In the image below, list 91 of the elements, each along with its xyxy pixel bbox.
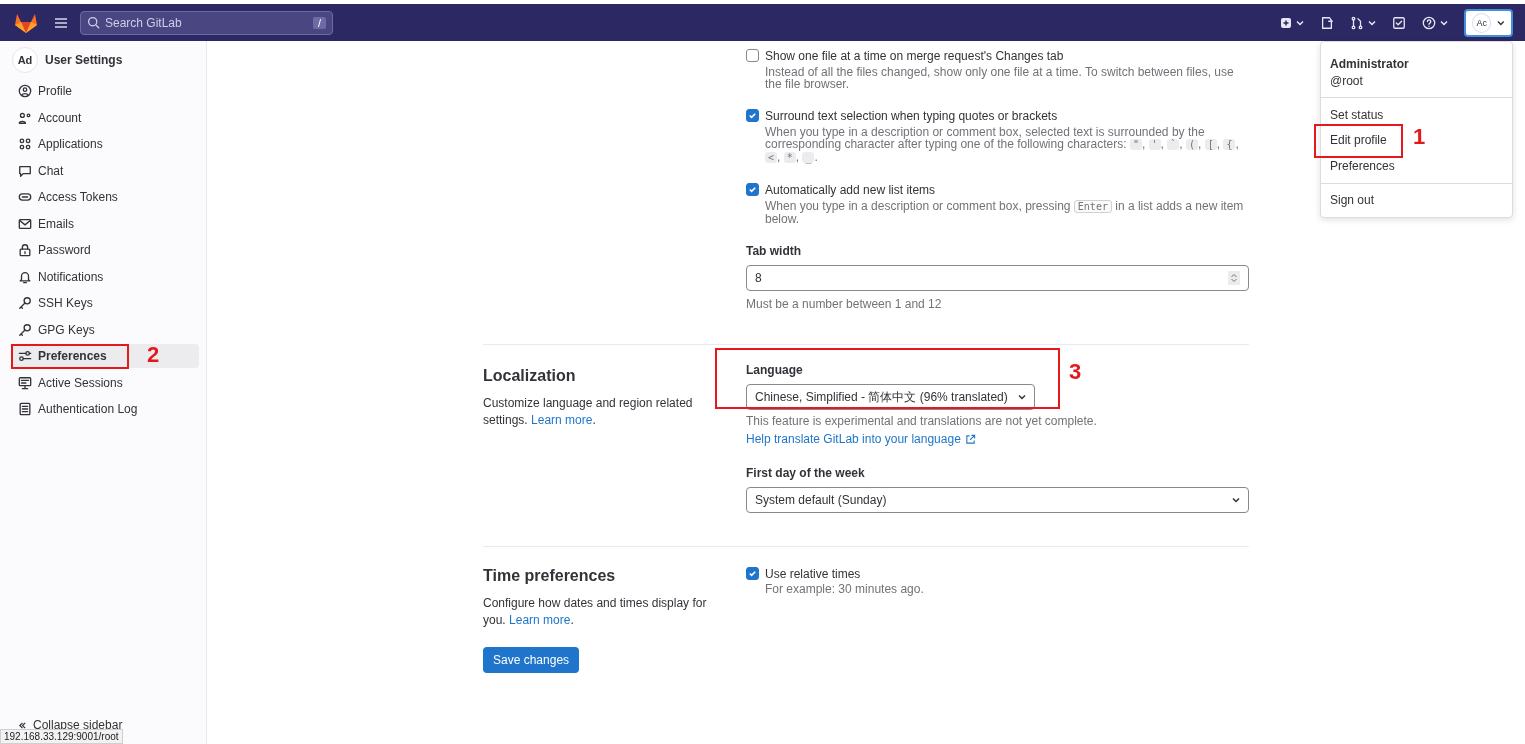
checkmark-icon bbox=[748, 185, 757, 194]
help-translate-link[interactable]: Help translate GitLab into your language bbox=[746, 432, 1249, 446]
first-day-select[interactable]: System default (Sunday) bbox=[746, 487, 1249, 513]
checklist-icon bbox=[1392, 15, 1406, 30]
search-field[interactable]: Search GitLab / bbox=[80, 10, 333, 35]
menu-item[interactable]: Preferences bbox=[1321, 153, 1404, 179]
caret-icon bbox=[1232, 496, 1240, 504]
avatar: Ad bbox=[12, 47, 38, 73]
issues-button[interactable] bbox=[1320, 15, 1334, 30]
section-title: Time preferences bbox=[483, 567, 617, 585]
sidebar-item[interactable]: Applications bbox=[12, 132, 199, 156]
help-button[interactable] bbox=[1422, 15, 1448, 30]
option-label: Surround text selection when typing quotes or brackets bbox=[765, 109, 1059, 123]
option-label: Show one file at a time on merge request's Changes tab bbox=[765, 49, 1065, 63]
section-description: Customize language and region related settings. Learn more. bbox=[483, 395, 694, 429]
annotation-number: 2 bbox=[147, 344, 160, 366]
option-label: Use relative times bbox=[765, 567, 862, 581]
field-label: Tab width bbox=[746, 244, 803, 258]
sidebar-title: User Settings bbox=[45, 53, 123, 67]
user-name: Administrator bbox=[1330, 57, 1410, 71]
lock-icon bbox=[18, 243, 32, 257]
checkbox[interactable] bbox=[746, 109, 759, 122]
merge-requests-button[interactable] bbox=[1350, 15, 1376, 30]
language-select[interactable]: Chinese, Simplified - 简体中文 (96% translated) bbox=[746, 384, 1035, 410]
section-title: Localization bbox=[483, 367, 577, 385]
sidebar-item[interactable]: Notifications bbox=[12, 264, 199, 289]
field-label: Language bbox=[746, 363, 803, 377]
status-url: 192.168.33.129:9001/root bbox=[0, 729, 123, 744]
sidebar-item[interactable]: Chat bbox=[12, 158, 199, 183]
user-gear-icon bbox=[18, 110, 32, 125]
caret-icon bbox=[1296, 18, 1304, 27]
collapse-sidebar-button[interactable]: Collapse sidebar bbox=[12, 718, 199, 732]
option-description: For example: 30 minutes ago. bbox=[765, 583, 924, 595]
menu-icon[interactable] bbox=[54, 16, 68, 29]
external-link-icon bbox=[964, 433, 976, 445]
user-handle: @root bbox=[1330, 74, 1364, 88]
caret-icon bbox=[1368, 18, 1376, 27]
field-hint: Must be a number between 1 and 12 bbox=[746, 297, 943, 311]
annotation-number: 1 bbox=[1413, 125, 1426, 148]
envelope-icon bbox=[18, 216, 32, 231]
option-description: When you type in a description or comment box, pressing Enter in a list adds a new item below. bbox=[765, 200, 1245, 225]
tab-width-field[interactable]: 8 bbox=[746, 265, 1249, 291]
token-icon bbox=[18, 190, 32, 204]
plus-square-icon bbox=[1280, 16, 1292, 29]
caret-icon bbox=[1440, 18, 1448, 27]
todo-button[interactable] bbox=[1392, 15, 1406, 30]
save-changes-button[interactable]: Save changes bbox=[483, 647, 580, 673]
menu-item[interactable]: Set status bbox=[1321, 102, 1393, 128]
search-icon bbox=[87, 16, 100, 29]
section-description: Configure how dates and times display for you. Learn more. bbox=[483, 595, 708, 629]
log-icon bbox=[18, 402, 32, 416]
sliders-icon bbox=[18, 349, 32, 363]
option-description: When you type in a description or comment box, selected text is surrounded by the corresponding character after typing one of the following characters: " , ' , ` , ( , [ , { , < , * , _ . bbox=[765, 126, 1240, 164]
option-description: Instead of all the files changed, show only one file at a time. To switch between files, use the file browser. bbox=[765, 66, 1235, 90]
sidebar-item[interactable]: Password bbox=[12, 238, 199, 262]
user-menu-button[interactable]: Ac bbox=[1464, 8, 1513, 37]
help-icon bbox=[1422, 15, 1436, 30]
checkbox[interactable] bbox=[746, 567, 759, 580]
spinner-icon bbox=[1228, 271, 1240, 285]
create-new-button[interactable] bbox=[1280, 16, 1304, 29]
sidebar-item[interactable]: Account bbox=[12, 105, 199, 130]
grid-icon bbox=[18, 137, 32, 151]
checkmark-icon bbox=[748, 569, 757, 578]
caret-icon bbox=[1017, 393, 1026, 401]
field-label: First day of the week bbox=[746, 466, 866, 480]
option-label: Automatically add new list items bbox=[765, 183, 937, 197]
user-circle-icon bbox=[18, 84, 32, 98]
sidebar-item[interactable]: Authentication Log bbox=[12, 397, 199, 421]
key-icon bbox=[18, 296, 32, 310]
key-icon bbox=[18, 322, 32, 337]
field-hint: This feature is experimental and translations are not yet complete. bbox=[746, 414, 1098, 428]
annotation-number: 3 bbox=[1069, 361, 1082, 383]
menu-item[interactable]: Edit profile bbox=[1321, 127, 1396, 153]
sidebar-item[interactable]: Access Tokens bbox=[12, 185, 199, 209]
issue-icon bbox=[1320, 15, 1334, 30]
sidebar-item[interactable]: GPG Keys bbox=[12, 317, 199, 342]
merge-request-icon bbox=[1350, 15, 1364, 30]
sidebar-item[interactable]: Profile bbox=[12, 79, 199, 103]
sidebar-item[interactable]: Emails bbox=[12, 211, 199, 236]
monitor-icon bbox=[18, 375, 32, 390]
sidebar-item[interactable]: SSH Keys bbox=[12, 291, 199, 315]
checkbox[interactable] bbox=[746, 49, 759, 62]
shortcut-key: / bbox=[312, 16, 326, 29]
menu-item[interactable]: Sign out bbox=[1321, 187, 1384, 213]
speech-bubble-icon bbox=[18, 163, 32, 178]
checkbox[interactable] bbox=[746, 183, 759, 196]
sidebar-item[interactable]: Active Sessions bbox=[12, 370, 199, 395]
checkmark-icon bbox=[748, 111, 757, 120]
double-chevron-icon bbox=[18, 720, 27, 730]
caret-icon bbox=[1497, 18, 1505, 27]
bell-icon bbox=[18, 269, 32, 284]
